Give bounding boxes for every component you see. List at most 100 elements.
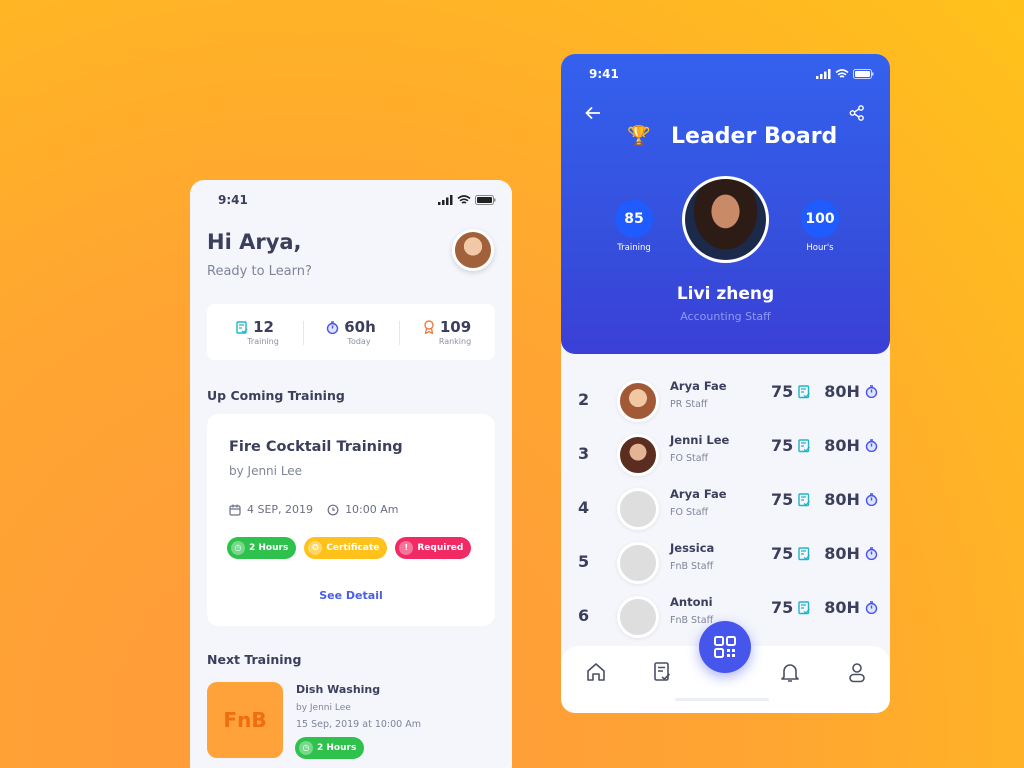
status-icons bbox=[438, 195, 496, 205]
row-rank: 2 bbox=[578, 390, 590, 409]
doc-check-icon bbox=[798, 438, 811, 452]
signal-icon bbox=[438, 195, 453, 205]
avatar bbox=[617, 542, 659, 584]
avatar bbox=[617, 488, 659, 530]
stopwatch-icon bbox=[327, 320, 339, 334]
row-role: FO Staff bbox=[670, 507, 709, 518]
row-name: Jenni Lee bbox=[670, 433, 730, 447]
leaderboard-row[interactable]: 2 Arya Fae PR Staff 75 80H bbox=[561, 376, 890, 430]
row-stats: 75 80H bbox=[771, 490, 878, 509]
stopwatch-icon bbox=[865, 601, 878, 614]
ribbon-icon bbox=[424, 320, 434, 334]
status-icons bbox=[816, 69, 874, 79]
tag-hours: ◷ 2 Hours bbox=[227, 537, 297, 559]
avatar bbox=[617, 380, 659, 422]
row-stats: 75 80H bbox=[771, 544, 878, 563]
stopwatch-icon bbox=[865, 547, 878, 560]
row-name: Arya Fae bbox=[670, 487, 727, 501]
see-detail-link[interactable]: See Detail bbox=[207, 589, 495, 602]
leader-hours-label: Hour's bbox=[806, 243, 834, 253]
wifi-icon bbox=[835, 69, 849, 78]
bell-icon[interactable] bbox=[779, 661, 801, 683]
stat-value: 109 bbox=[439, 318, 472, 336]
row-rank: 5 bbox=[578, 552, 590, 571]
list-check-icon[interactable] bbox=[652, 661, 674, 683]
leaderboard-screen: 9:41 🏆 Leader Board 85 Training 100 Hour… bbox=[561, 54, 890, 713]
leaderboard-row[interactable]: 3 Jenni Lee FO Staff 75 80H bbox=[561, 430, 890, 484]
upcoming-heading: Up Coming Training bbox=[207, 388, 345, 403]
row-role: FnB Staff bbox=[670, 561, 714, 572]
row-stats: 75 80H bbox=[771, 436, 878, 455]
tag-label: 2 Hours bbox=[317, 743, 357, 753]
doc-check-icon bbox=[236, 320, 248, 334]
stat-today: 60h Today bbox=[303, 304, 399, 360]
user-icon[interactable] bbox=[846, 661, 868, 683]
row-role: FO Staff bbox=[670, 453, 709, 464]
profile-avatar[interactable] bbox=[452, 229, 494, 271]
row-rank: 6 bbox=[578, 606, 590, 625]
qr-scan-button[interactable] bbox=[699, 621, 751, 673]
stopwatch-icon: ◷ bbox=[231, 541, 245, 555]
tag-required: ! Required bbox=[395, 537, 472, 559]
stopwatch-icon: ◷ bbox=[299, 741, 313, 755]
home-indicator bbox=[675, 698, 769, 701]
avatar bbox=[617, 434, 659, 476]
row-rank: 3 bbox=[578, 444, 590, 463]
next-training-thumbnail[interactable]: FnB bbox=[207, 682, 283, 758]
back-arrow-icon[interactable] bbox=[585, 106, 601, 120]
training-title: Fire Cocktail Training bbox=[229, 439, 403, 455]
signal-icon bbox=[816, 69, 831, 79]
leader-role: Accounting Staff bbox=[680, 310, 771, 323]
training-date: 4 SEP, 2019 bbox=[247, 503, 314, 516]
training-time: 10:00 Am bbox=[345, 503, 399, 516]
medal-icon: ✪ bbox=[308, 541, 323, 555]
doc-check-icon bbox=[798, 384, 811, 398]
leader-avatar bbox=[682, 176, 769, 263]
training-author: by Jenni Lee bbox=[229, 464, 303, 478]
row-score: 75 bbox=[771, 544, 794, 563]
leaderboard-row[interactable]: 4 Arya Fae FO Staff 75 80H bbox=[561, 484, 890, 538]
stat-label: Ranking bbox=[438, 337, 472, 346]
stat-ranking: 109 Ranking bbox=[399, 304, 495, 360]
row-score: 75 bbox=[771, 436, 794, 455]
leader-training-count: 85 bbox=[615, 200, 653, 238]
doc-check-icon bbox=[798, 600, 811, 614]
row-hours: 80H bbox=[824, 490, 860, 509]
next-training-title[interactable]: Dish Washing bbox=[296, 683, 380, 696]
status-bar: 9:41 bbox=[561, 54, 890, 94]
tag-label: Certificate bbox=[326, 543, 380, 553]
stopwatch-icon bbox=[865, 439, 878, 452]
doc-check-icon bbox=[798, 546, 811, 560]
home-icon[interactable] bbox=[585, 661, 607, 683]
leaderboard-row[interactable]: 5 Jessica FnB Staff 75 80H bbox=[561, 538, 890, 592]
share-icon[interactable] bbox=[849, 105, 865, 121]
greeting: Hi Arya, bbox=[207, 230, 302, 254]
battery-icon bbox=[475, 195, 496, 205]
home-screen: 9:41 Hi Arya, Ready to Learn? 12 Trainin… bbox=[190, 180, 512, 768]
row-stats: 75 80H bbox=[771, 382, 878, 401]
tag-hours: ◷ 2 Hours bbox=[295, 737, 365, 759]
stat-label: Today bbox=[347, 337, 371, 346]
row-stats: 75 80H bbox=[771, 598, 878, 617]
qr-code-icon bbox=[714, 636, 736, 658]
stopwatch-icon bbox=[865, 385, 878, 398]
page-title: Leader Board bbox=[671, 124, 838, 149]
row-rank: 4 bbox=[578, 498, 590, 517]
tag-certificate: ✪ Certificate bbox=[304, 537, 388, 559]
doc-check-icon bbox=[798, 492, 811, 506]
upcoming-training-card[interactable]: Fire Cocktail Training by Jenni Lee 4 SE… bbox=[207, 414, 495, 626]
row-name: Jessica bbox=[670, 541, 715, 555]
wifi-icon bbox=[457, 195, 471, 204]
row-score: 75 bbox=[771, 382, 794, 401]
row-hours: 80H bbox=[824, 382, 860, 401]
stats-card: 12 Training 60h Today 109 Ranking bbox=[207, 304, 495, 360]
row-name: Arya Fae bbox=[670, 379, 727, 393]
clock-icon bbox=[327, 504, 339, 515]
stat-value: 60h bbox=[344, 318, 376, 336]
row-hours: 80H bbox=[824, 544, 860, 563]
row-role: PR Staff bbox=[670, 399, 708, 410]
tag-label: 2 Hours bbox=[249, 543, 289, 553]
battery-icon bbox=[853, 69, 874, 79]
leader-hours-count: 100 bbox=[801, 200, 839, 238]
row-hours: 80H bbox=[824, 598, 860, 617]
